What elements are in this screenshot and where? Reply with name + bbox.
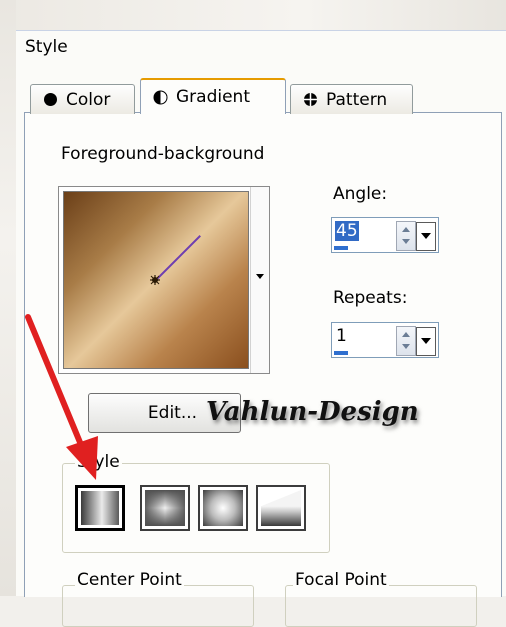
tab-gradient[interactable]: Gradient: [140, 78, 286, 114]
style-sunburst-button[interactable]: [198, 485, 248, 531]
style-group-title: Style: [25, 37, 68, 57]
tab-pattern[interactable]: Pattern: [290, 84, 413, 114]
angle-spin-arrows[interactable]: [396, 221, 416, 251]
style-rectangular-button[interactable]: [140, 485, 190, 531]
repeats-stepper[interactable]: 1: [331, 322, 439, 358]
repeats-slider-bar[interactable]: [334, 351, 348, 355]
gradient-name-label: Foreground-background: [61, 144, 265, 164]
tab-gradient-label: Gradient: [176, 87, 250, 107]
background-top: [0, 0, 506, 30]
panel-divider: [16, 30, 506, 31]
focal-point-group: [285, 585, 477, 627]
style-radial-button[interactable]: [256, 485, 306, 531]
annotation-arrow-icon: [25, 314, 98, 480]
half-circle-icon: [153, 90, 168, 105]
angle-handle-line[interactable]: [154, 235, 201, 282]
background-left: [0, 0, 16, 596]
angle-value[interactable]: 45: [335, 221, 359, 241]
color-dot-icon: [43, 92, 58, 107]
focal-point-label: Focal Point: [293, 570, 389, 590]
center-point-label: Center Point: [75, 570, 184, 590]
repeats-spin-arrows[interactable]: [396, 326, 416, 356]
tab-color[interactable]: Color: [30, 84, 135, 114]
center-point-group: [62, 585, 254, 627]
angle-label: Angle:: [333, 184, 388, 204]
watermark-text: Vahlun-Design: [206, 397, 419, 427]
linear-icon: [81, 491, 119, 525]
tab-color-label: Color: [66, 89, 111, 110]
angle-slider-bar[interactable]: [334, 246, 348, 250]
angle-stepper[interactable]: 45: [331, 217, 439, 253]
center-handle-icon[interactable]: [150, 275, 160, 285]
repeats-value[interactable]: 1: [335, 326, 348, 346]
style-linear-button[interactable]: [75, 485, 125, 531]
gradient-dropdown-arrow[interactable]: [250, 187, 269, 373]
tab-pattern-label: Pattern: [326, 89, 388, 110]
rectangular-icon: [145, 490, 185, 526]
angle-dropdown-button[interactable]: [416, 222, 436, 251]
pattern-globe-icon: [303, 92, 318, 107]
repeats-dropdown-button[interactable]: [416, 327, 436, 356]
repeats-label: Repeats:: [333, 288, 408, 308]
sunburst-icon: [203, 490, 243, 526]
